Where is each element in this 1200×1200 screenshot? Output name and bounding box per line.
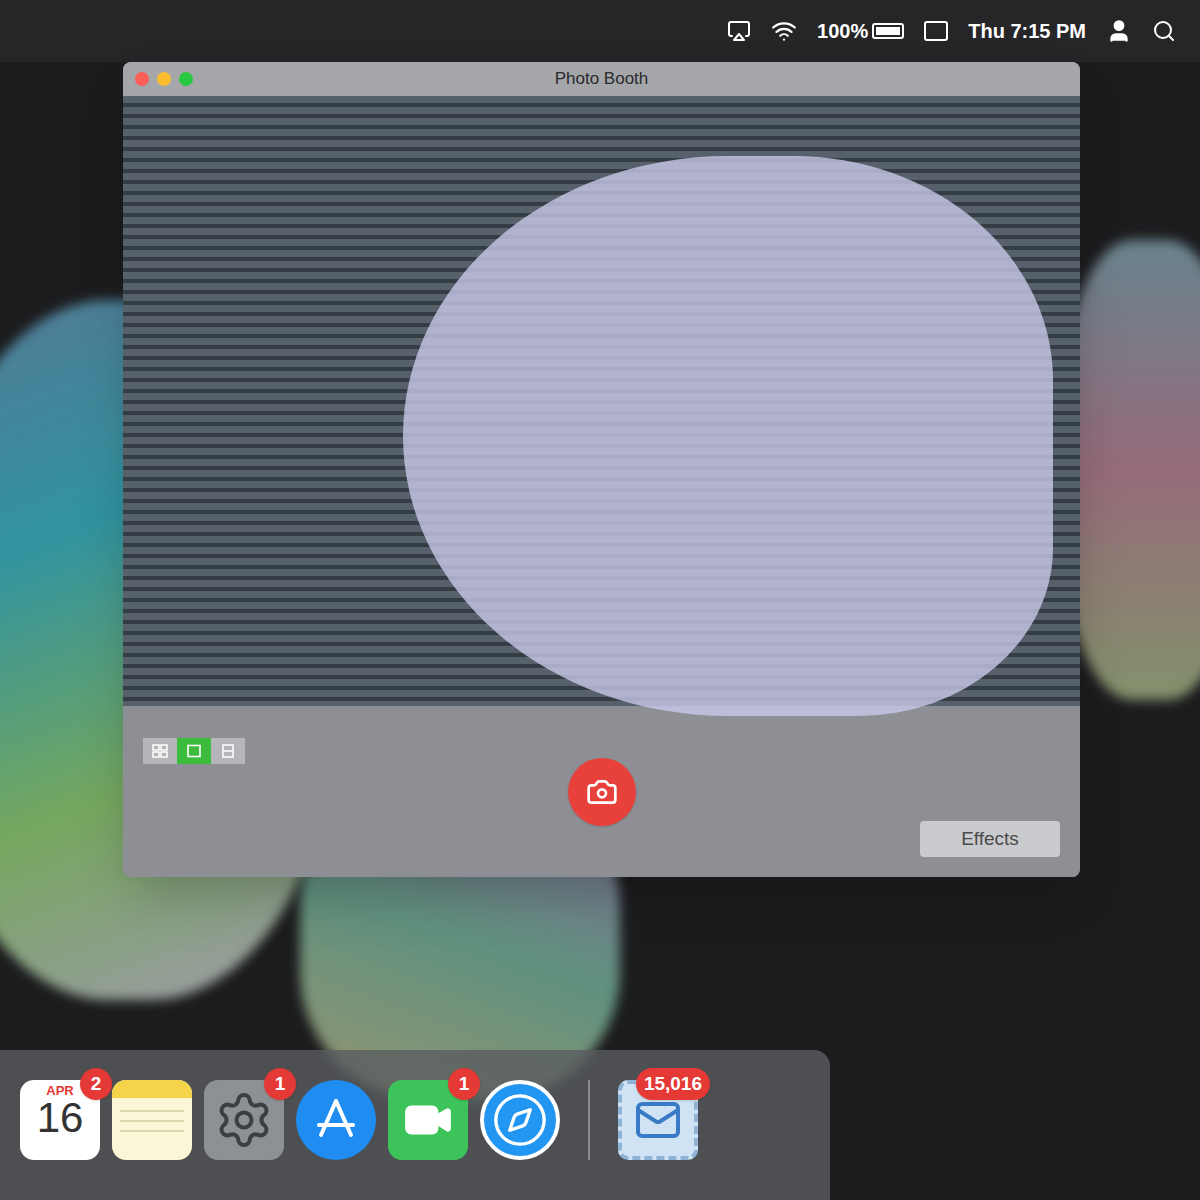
view-mode-control — [143, 726, 343, 857]
dock-item[interactable]: 1 — [388, 1080, 468, 1160]
close-button[interactable] — [135, 72, 149, 86]
filmstrip-icon — [220, 744, 236, 758]
single-photo-icon — [186, 744, 202, 758]
dock-badge: 1 — [264, 1068, 296, 1100]
user-icon[interactable] — [1106, 18, 1132, 44]
dock-item[interactable]: 15,016 — [618, 1080, 698, 1160]
camera-preview — [123, 96, 1080, 706]
safari-icon — [480, 1080, 560, 1160]
grid-icon — [152, 744, 168, 758]
menu-bar: 100% Thu 7:15 PM — [0, 0, 1200, 62]
dock-item[interactable] — [296, 1080, 376, 1160]
view-mode-button[interactable] — [211, 738, 245, 764]
toolbar: Effects — [123, 706, 1080, 877]
dock-badge: 2 — [80, 1068, 112, 1100]
desktop: 100% Thu 7:15 PM Photo Booth Effects APR162 1… — [0, 0, 1200, 1200]
dock-item[interactable] — [112, 1080, 192, 1160]
dock-item[interactable] — [480, 1080, 560, 1160]
clock[interactable]: Thu 7:15 PM — [968, 16, 1086, 46]
title-bar[interactable]: Photo Booth — [123, 62, 1080, 96]
dock-separator — [588, 1080, 590, 1160]
dock-item[interactable]: 1 — [204, 1080, 284, 1160]
photo-booth-window: Photo Booth Effects — [123, 62, 1080, 877]
menu-extra-icon[interactable] — [924, 21, 948, 41]
battery-status[interactable]: 100% — [817, 16, 904, 46]
dock-item[interactable]: APR162 — [20, 1080, 100, 1160]
battery-icon — [872, 23, 904, 39]
dock-badge: 1 — [448, 1068, 480, 1100]
window-title: Photo Booth — [555, 66, 649, 92]
airplay-icon[interactable] — [727, 19, 751, 43]
search-icon[interactable] — [1152, 19, 1176, 43]
view-mode-button[interactable] — [143, 738, 177, 764]
minimize-button[interactable] — [157, 72, 171, 86]
view-mode-button[interactable] — [177, 738, 211, 764]
notes-icon — [112, 1080, 192, 1160]
dock-badge: 15,016 — [636, 1068, 710, 1100]
dock: APR1621115,016 — [0, 1050, 830, 1200]
zoom-button[interactable] — [179, 72, 193, 86]
app-store-icon — [296, 1080, 376, 1160]
camera-icon — [586, 776, 618, 808]
wifi-icon[interactable] — [771, 18, 797, 44]
take-photo-button[interactable] — [568, 758, 636, 826]
effects-button[interactable]: Effects — [920, 821, 1060, 858]
